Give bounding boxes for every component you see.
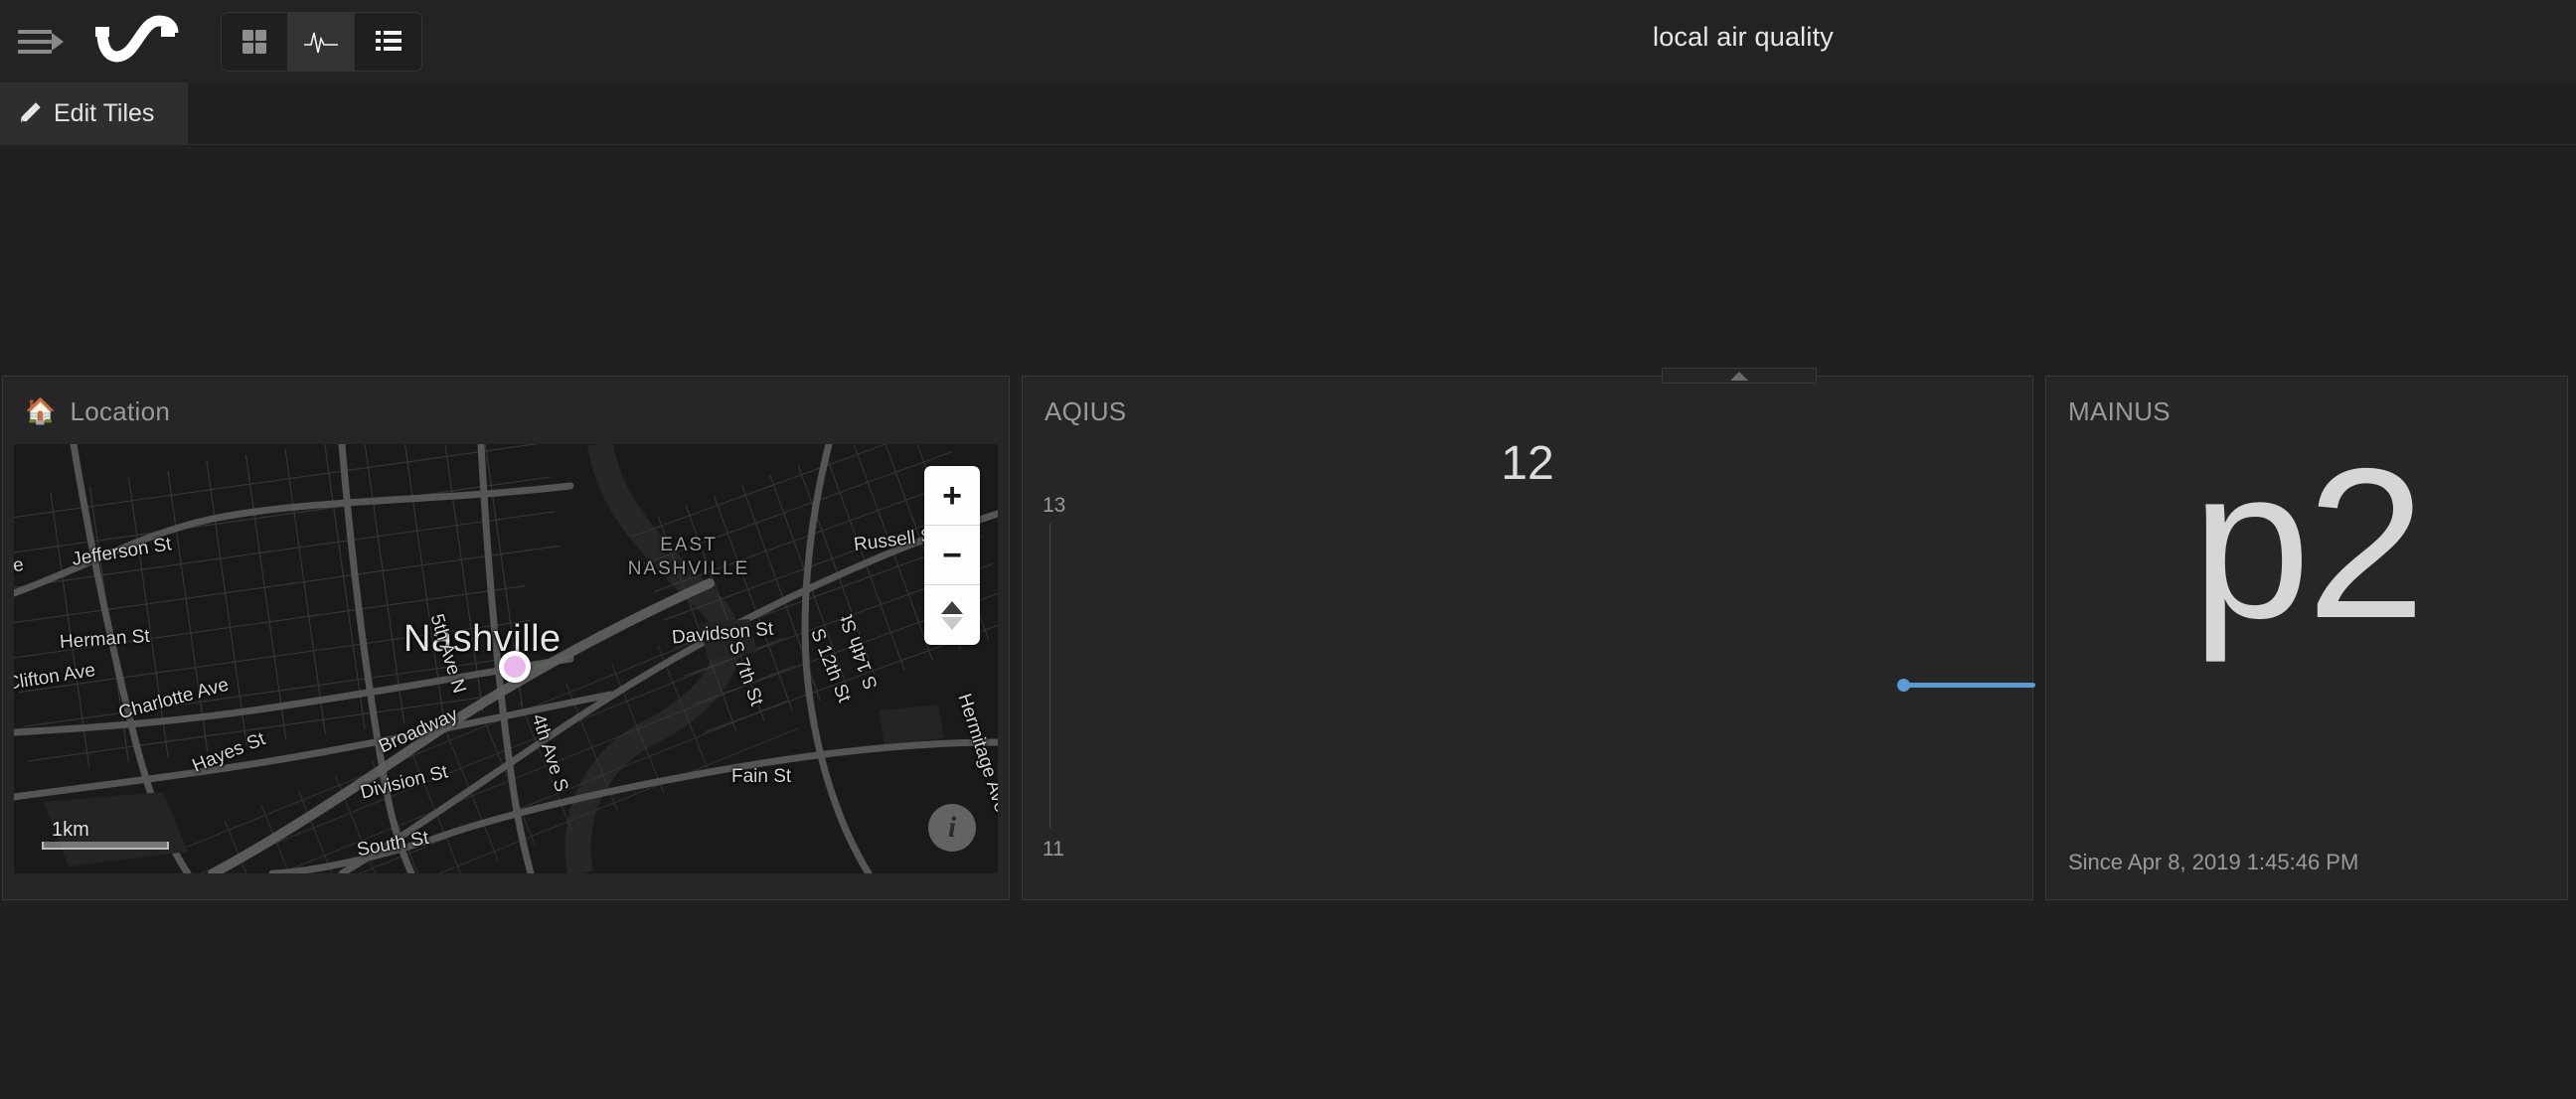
edit-bar: Edit Tiles [0,82,2576,145]
mainus-since-label: Since Apr 8, 2019 1:45:46 PM [2068,850,2359,874]
tab-grid-view[interactable] [222,12,288,71]
wave-logo-icon[interactable] [87,12,183,72]
map-scale-label: 1km [52,819,89,841]
hamburger-line [18,39,52,44]
map-zoom-controls[interactable]: + − [924,466,980,645]
hamburger-line [18,29,52,34]
tiles-container: 🏠 Location EAST NASHVILLE Nashville te J… [0,376,2576,900]
tile-aqius-header: AQIUS [1023,377,2032,427]
menu-expand-icon[interactable] [18,22,74,62]
tile-location-title: Location [70,396,171,426]
aqius-y-axis [1049,524,1050,828]
pencil-icon [21,102,41,123]
tile-location[interactable]: 🏠 Location EAST NASHVILLE Nashville te J… [2,376,1010,900]
aqius-axis-max-label: 13 [1043,494,1066,517]
expand-arrow-icon [52,32,64,51]
aqius-series-line [1901,683,2035,688]
top-bar: local air quality [0,0,2576,82]
chevron-up-icon [1730,371,1748,381]
tab-list-view[interactable] [355,12,421,71]
map-scale-rule [42,842,169,850]
panel-collapse-handle[interactable] [1662,368,1817,384]
compass-tilt-button[interactable] [924,585,980,645]
page-title: local air quality [1653,22,1834,52]
aqius-axis-min-label: 11 [1043,838,1064,861]
dashboard-area: 🏠 Location EAST NASHVILLE Nashville te J… [0,145,2576,1099]
tile-mainus[interactable]: MAINUS p2 Since Apr 8, 2019 1:45:46 PM [2045,376,2568,900]
tile-mainus-title: MAINUS [2068,396,2171,426]
map-info-icon[interactable]: i [928,804,976,852]
map-scale-bar: 1km [42,819,169,850]
zoom-in-button[interactable]: + [924,466,980,526]
map-canvas[interactable]: EAST NASHVILLE Nashville te Jefferson St … [14,444,998,873]
tile-location-header: 🏠 Location [3,377,1009,427]
triangle-down-icon [941,616,963,630]
view-mode-group[interactable] [221,11,422,72]
triangle-up-icon [941,600,963,614]
zoom-out-button[interactable]: − [924,526,980,585]
hamburger-line [18,49,52,54]
tile-aqius-title: AQIUS [1045,396,1127,426]
mainus-value: p2 [2191,423,2425,663]
grid-view-icon [242,29,266,54]
pulse-view-icon [304,32,338,53]
tile-aqius[interactable]: AQIUS 12 13 11 [1022,376,2035,900]
tile-mainus-header: MAINUS [2046,377,2567,427]
house-emoji-icon: 🏠 [25,397,57,425]
list-view-icon [375,30,402,51]
tab-pulse-view[interactable] [288,12,355,71]
location-marker[interactable] [499,651,531,683]
edit-tiles-button[interactable]: Edit Tiles [0,82,189,144]
edit-tiles-label: Edit Tiles [54,98,155,127]
aqius-current-value: 12 [1501,437,1554,490]
